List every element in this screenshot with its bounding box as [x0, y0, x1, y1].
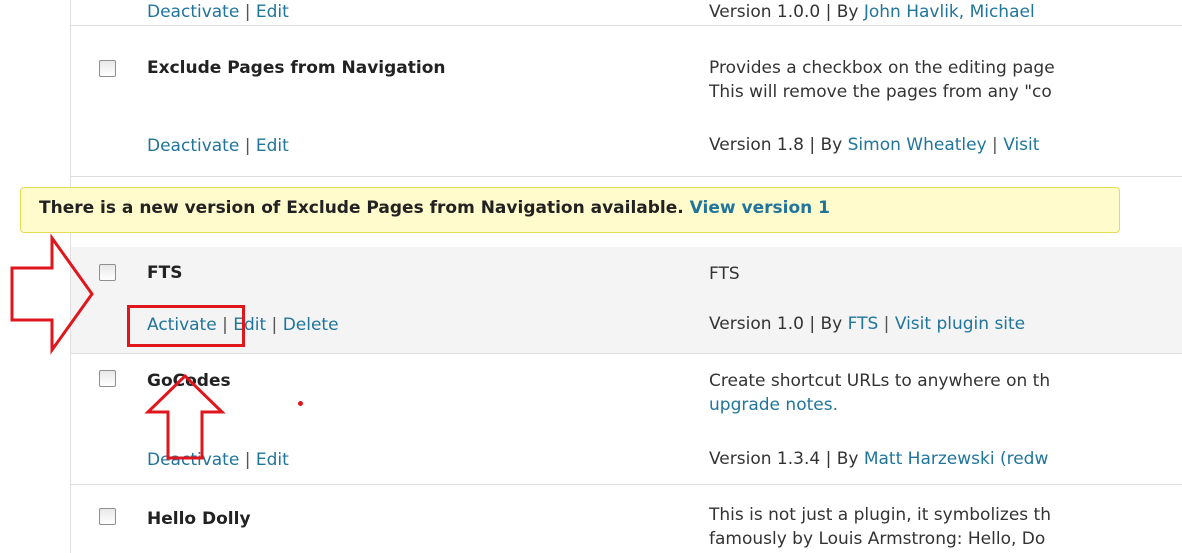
deactivate-link[interactable]: Deactivate — [147, 2, 239, 22]
arrow-right-annotation-icon — [10, 233, 94, 355]
delete-link[interactable]: Delete — [283, 315, 339, 335]
plugin-checkbox[interactable] — [99, 508, 116, 525]
plugin-row-exclude-pages: Exclude Pages from Navigation Provides a… — [71, 26, 1182, 177]
plugin-meta: Version 1.0 | By FTS | Visit plugin site — [709, 314, 1026, 334]
plugin-meta: Version 1.0.0 | By John Havlik, Michael — [709, 2, 1035, 22]
edit-link[interactable]: Edit — [256, 2, 289, 22]
edit-link[interactable]: Edit — [256, 136, 289, 156]
plugin-row-hello-dolly: Hello Dolly This is not just a plugin, i… — [71, 485, 1182, 553]
plugin-name: Hello Dolly — [147, 509, 251, 529]
plugin-name: Exclude Pages from Navigation — [147, 58, 446, 78]
plugin-row-breadcrumb: Deactivate | Edit Version 1.0.0 | By Joh… — [71, 0, 1182, 26]
plugin-description: This is not just a plugin, it symbolizes… — [709, 505, 1051, 549]
update-notice: There is a new version of Exclude Pages … — [20, 187, 1120, 233]
author-link[interactable]: Simon Wheatley — [848, 135, 987, 155]
author-link[interactable]: John Havlik, Michael — [864, 2, 1035, 22]
plugin-description: Create shortcut URLs to anywhere on th u… — [709, 371, 1051, 415]
red-dot-annotation — [298, 401, 303, 406]
plugin-checkbox[interactable] — [99, 264, 116, 281]
plugin-name: FTS — [147, 263, 183, 283]
visit-link[interactable]: Visit — [1003, 135, 1039, 155]
plugin-meta: Version 1.3.4 | By Matt Harzewski (redw — [709, 449, 1049, 469]
visit-plugin-site-link[interactable]: Visit plugin site — [895, 314, 1025, 334]
highlight-box-annotation — [127, 305, 245, 347]
plugin-description: FTS — [709, 264, 740, 284]
author-link[interactable]: FTS — [848, 314, 879, 334]
edit-link[interactable]: Edit — [256, 450, 289, 470]
plugin-checkbox[interactable] — [99, 370, 116, 387]
upgrade-notes-link[interactable]: upgrade notes. — [709, 395, 1050, 415]
plugin-actions: Deactivate | Edit — [147, 136, 289, 156]
plugins-table: Deactivate | Edit Version 1.0.0 | By Joh… — [70, 0, 1182, 553]
plugin-meta: Version 1.8 | By Simon Wheatley | Visit — [709, 135, 1040, 155]
plugin-row-gocodes: GoCodes Create shortcut URLs to anywhere… — [71, 354, 1182, 485]
plugin-actions: Deactivate | Edit — [147, 2, 289, 22]
view-version-link[interactable]: View version 1 — [690, 198, 830, 218]
deactivate-link[interactable]: Deactivate — [147, 136, 239, 156]
arrow-up-annotation-icon — [144, 373, 226, 460]
plugin-description: Provides a checkbox on the editing page … — [709, 58, 1055, 102]
author-link[interactable]: Matt Harzewski (redw — [864, 449, 1049, 469]
plugin-checkbox[interactable] — [99, 60, 116, 77]
